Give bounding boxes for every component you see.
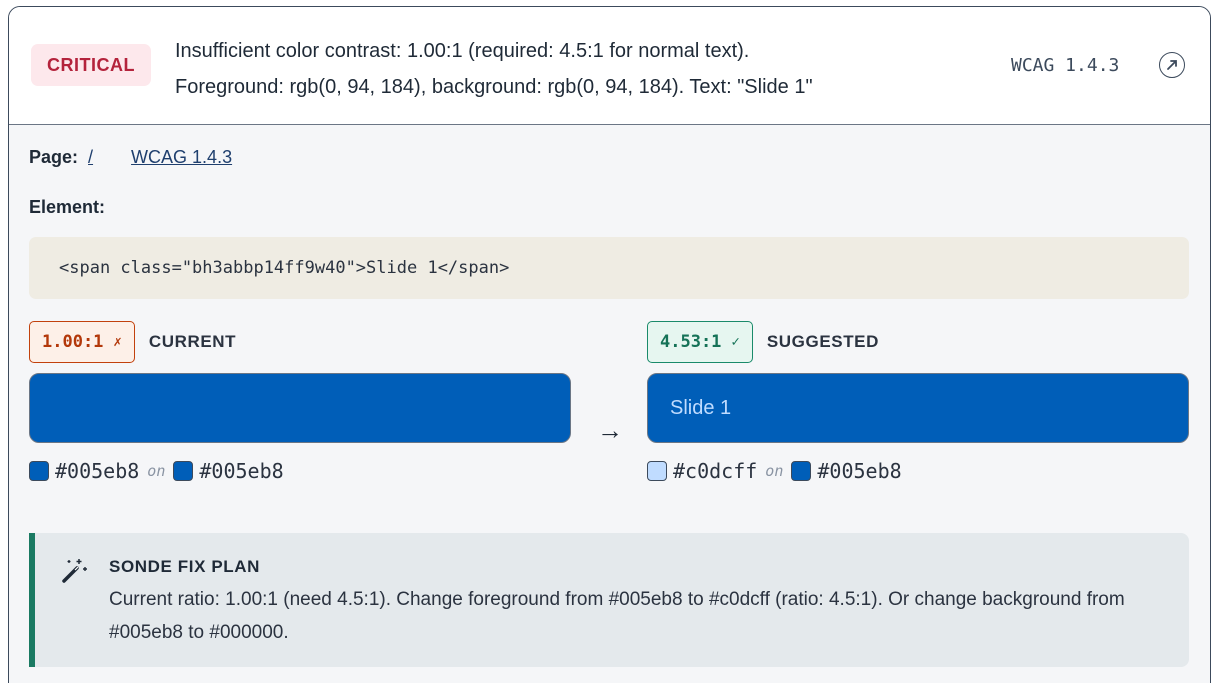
current-bg-chip	[173, 461, 194, 481]
page-path-link[interactable]: /	[88, 147, 93, 168]
issue-body: Page: / WCAG 1.4.3 Element: <span class=…	[9, 125, 1210, 683]
suggested-fg-hex: #c0dcff	[673, 459, 758, 483]
wcag-reference: WCAG 1.4.3	[1011, 55, 1120, 76]
suggested-fg-chip	[647, 461, 667, 481]
accessibility-icon[interactable]	[1159, 52, 1185, 78]
suggested-column: 4.53:1 ✓ SUGGESTED Slide 1 #c0dcff on #0…	[647, 321, 1189, 483]
suggested-colors: #c0dcff on #005eb8	[647, 459, 1189, 483]
issue-header[interactable]: CRITICAL Insufficient color contrast: 1.…	[9, 7, 1210, 125]
element-code: <span class="bh3abbp14ff9w40">Slide 1</s…	[29, 237, 1189, 299]
suggested-label: SUGGESTED	[766, 332, 879, 351]
suggested-preview: Slide 1	[647, 373, 1189, 443]
wcag-link[interactable]: WCAG 1.4.3	[131, 147, 232, 168]
suggested-ratio-row: 4.53:1 ✓ SUGGESTED	[647, 321, 1189, 363]
on-word: on	[147, 462, 166, 480]
fix-plan-text: Current ratio: 1.00:1 (need 4.5:1). Chan…	[109, 589, 1125, 643]
fix-plan-title: SONDE FIX PLAN	[109, 557, 261, 576]
fix-plan: SONDE FIX PLAN Current ratio: 1.00:1 (ne…	[29, 533, 1189, 667]
current-fg-chip	[29, 461, 49, 481]
current-ratio-badge: 1.00:1 ✗	[29, 321, 135, 363]
current-fg-hex: #005eb8	[55, 459, 140, 483]
current-ratio-value: 1.00:1	[42, 332, 104, 352]
issue-message-line1: Insufficient color contrast: 1.00:1 (req…	[175, 40, 750, 62]
current-label: CURRENT	[148, 332, 237, 351]
issue-message: Insufficient color contrast: 1.00:1 (req…	[175, 33, 985, 105]
magic-wand-icon	[59, 555, 89, 590]
check-icon: ✓	[731, 334, 740, 350]
current-bg-hex: #005eb8	[199, 459, 284, 483]
suggested-ratio-value: 4.53:1	[660, 332, 722, 352]
current-colors: #005eb8 on #005eb8	[29, 459, 571, 483]
page-row: Page: / WCAG 1.4.3	[29, 147, 232, 168]
current-ratio-row: 1.00:1 ✗ CURRENT	[29, 321, 571, 363]
suggested-bg-chip	[791, 461, 812, 481]
suggested-ratio-badge: 4.53:1 ✓	[647, 321, 753, 363]
current-preview	[29, 373, 571, 443]
element-label: Element:	[29, 197, 106, 217]
current-column: 1.00:1 ✗ CURRENT #005eb8 on #005eb8	[29, 321, 571, 483]
issue-message-line2: Foreground: rgb(0, 94, 184), background:…	[175, 76, 813, 98]
severity-badge: CRITICAL	[31, 44, 151, 86]
on-word: on	[765, 462, 784, 480]
arrow-right-icon: →	[597, 415, 623, 445]
page-label: Page:	[29, 147, 79, 167]
suggested-bg-hex: #005eb8	[817, 459, 902, 483]
fail-icon: ✗	[113, 334, 122, 350]
issue-card: CRITICAL Insufficient color contrast: 1.…	[8, 6, 1211, 683]
